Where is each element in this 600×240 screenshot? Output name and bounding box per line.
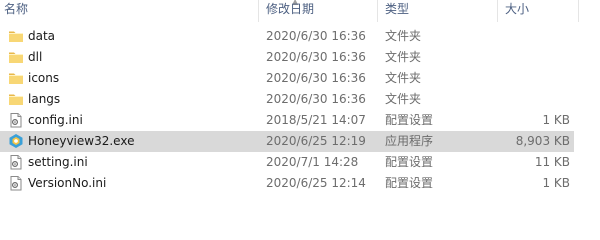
settings-file-icon [8, 154, 24, 170]
file-size: 11 KB [534, 155, 570, 169]
settings-file-icon [8, 112, 24, 128]
file-modified-date: 2020/6/30 16:36 [266, 71, 366, 85]
folder-icon [8, 49, 24, 65]
file-name: icons [28, 71, 60, 85]
file-row[interactable]: setting.ini 2020/7/1 14:28 配置设置 11 KB [0, 152, 574, 173]
column-size-header[interactable]: 大小 [505, 0, 529, 22]
column-header: 名称 ▲ 修改日期 类型 大小 [0, 0, 600, 22]
file-type: 配置设置 [385, 155, 434, 169]
file-modified-date: 2020/6/30 16:36 [266, 50, 366, 64]
file-type: 文件夹 [385, 71, 422, 85]
file-name: data [28, 29, 56, 43]
folder-icon [8, 28, 24, 44]
folder-icon [8, 70, 24, 86]
file-modified-date: 2020/6/30 16:36 [266, 92, 366, 106]
file-modified-date: 2020/7/1 14:28 [266, 155, 359, 169]
file-modified-date: 2018/5/21 14:07 [266, 113, 366, 127]
file-row[interactable]: icons 2020/6/30 16:36 文件夹 [0, 68, 574, 89]
folder-icon [8, 91, 24, 107]
file-type: 应用程序 [385, 134, 434, 148]
column-divider[interactable] [377, 0, 378, 22]
file-name: Honeyview32.exe [28, 134, 135, 148]
file-row[interactable]: Honeyview32.exe 2020/6/25 12:19 应用程序 8,903 … [0, 131, 574, 152]
file-type: 配置设置 [385, 176, 434, 190]
file-type: 文件夹 [385, 50, 422, 64]
settings-file-icon [8, 175, 24, 191]
column-divider[interactable] [578, 0, 579, 22]
file-modified-date: 2020/6/30 16:36 [266, 29, 366, 43]
file-size: 1 KB [542, 113, 570, 127]
file-modified-date: 2020/6/25 12:19 [266, 134, 366, 148]
file-name: dll [28, 50, 43, 64]
file-size: 1 KB [542, 176, 570, 190]
vertical-scrollbar[interactable] [583, 0, 600, 209]
file-name: setting.ini [28, 155, 88, 169]
file-name: VersionNo.ini [28, 176, 107, 190]
file-size: 8,903 KB [515, 134, 570, 148]
file-modified-date: 2020/6/25 12:14 [266, 176, 366, 190]
honeyview-app-icon [8, 133, 24, 149]
file-type: 配置设置 [385, 113, 434, 127]
column-type-header[interactable]: 类型 [385, 0, 409, 22]
column-divider[interactable] [497, 0, 498, 22]
file-row[interactable]: data 2020/6/30 16:36 文件夹 [0, 26, 574, 47]
file-type: 文件夹 [385, 29, 422, 43]
column-date-header[interactable]: 修改日期 [266, 0, 314, 22]
file-row[interactable]: VersionNo.ini 2020/6/25 12:14 配置设置 1 KB [0, 173, 574, 194]
file-name: langs [28, 92, 61, 106]
file-row[interactable]: config.ini 2018/5/21 14:07 配置设置 1 KB [0, 110, 574, 131]
file-name: config.ini [28, 113, 83, 127]
file-row[interactable]: dll 2020/6/30 16:36 文件夹 [0, 47, 574, 68]
column-divider[interactable] [258, 0, 259, 22]
file-type: 文件夹 [385, 92, 422, 106]
file-row[interactable]: langs 2020/6/30 16:36 文件夹 [0, 89, 574, 110]
column-name-header[interactable]: 名称 [4, 0, 28, 22]
